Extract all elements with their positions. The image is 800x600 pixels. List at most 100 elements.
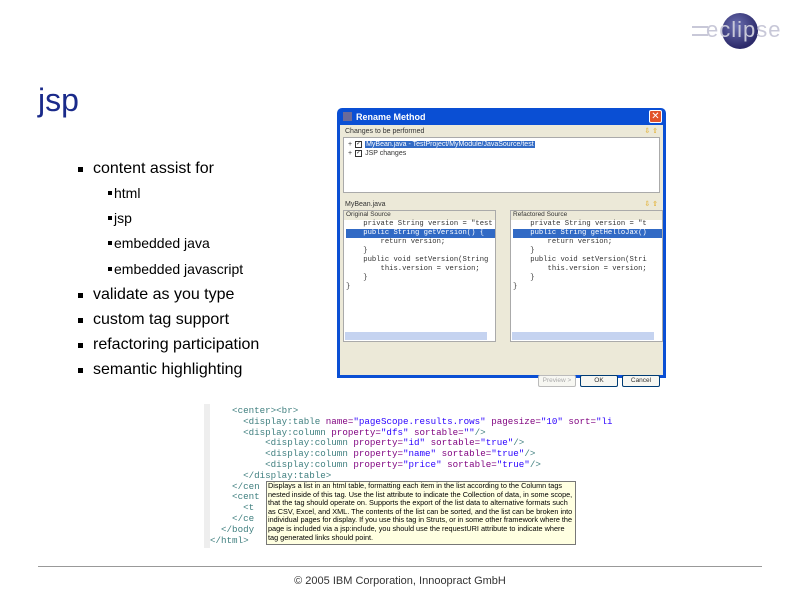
bullet-item: refactoring participation <box>78 336 259 354</box>
tooltip: Displays a list in an html table, format… <box>266 481 576 545</box>
code-token: "true" <box>480 437 514 449</box>
bullet-text: content assist for <box>93 160 214 177</box>
code-token: </cen <box>210 480 260 492</box>
dialog-title: Rename Method <box>356 111 426 122</box>
h-scrollbar[interactable] <box>345 332 487 340</box>
slide-title: jsp <box>38 82 79 118</box>
code-line: } <box>346 247 368 255</box>
code-token: "" <box>463 426 475 438</box>
code-token: /> <box>513 437 525 449</box>
code-token: <display:column <box>210 458 354 470</box>
code-token: </html> <box>210 534 249 546</box>
code-token: /> <box>529 458 541 470</box>
bullet-item: content assist for <box>78 160 214 178</box>
nav-arrows-icon[interactable]: ⇩ ⇧ <box>644 127 658 135</box>
file-label: MyBean.java <box>345 200 386 208</box>
divider <box>38 566 762 567</box>
code-token: <display:column <box>210 448 354 460</box>
code-token: /> <box>524 448 536 460</box>
code-token: <display:table <box>210 415 326 427</box>
code-token: name= <box>325 415 354 427</box>
app-icon <box>343 112 352 121</box>
code-line: } <box>513 283 518 291</box>
code-line: </display:table> <box>210 469 612 482</box>
code-line: } <box>346 283 351 291</box>
bullet-item: semantic highlighting <box>78 361 242 379</box>
code-token: <t <box>210 502 255 514</box>
eclipse-logo: eclipse <box>688 12 788 50</box>
code-token: </display:table> <box>210 469 332 481</box>
code-token: "list" <box>596 415 612 427</box>
bullet-text: html <box>114 185 141 201</box>
code-token: sortable= <box>441 448 492 460</box>
code-token: <display:column <box>210 426 332 438</box>
code-line: public String getHelloJax() <box>513 229 662 238</box>
preview-button[interactable]: Preview > <box>538 375 576 387</box>
rename-method-dialog: Rename Method ✕ Changes to be performed ⇩… <box>337 108 666 387</box>
close-button[interactable]: ✕ <box>649 110 662 123</box>
code-token: sortable= <box>414 426 464 438</box>
bullet-item: jsp <box>108 210 132 226</box>
code-line: public String getVersion() { <box>346 229 495 238</box>
code-line: } <box>346 274 368 282</box>
code-token: property= <box>353 437 403 449</box>
code-token: <cent <box>210 491 260 503</box>
cancel-button[interactable]: Cancel <box>622 375 660 387</box>
code-line: } <box>513 247 535 255</box>
code-token: </ce <box>210 512 255 524</box>
code-token: "price" <box>402 458 448 470</box>
code-token: "dfs" <box>380 426 415 438</box>
refactored-source-pane[interactable]: Refactored Source private String version… <box>510 210 663 342</box>
ok-button[interactable]: OK <box>580 375 618 387</box>
bullet-text: validate as you type <box>93 286 235 303</box>
changes-label: Changes to be performed <box>345 127 425 135</box>
code-token: "10" <box>540 415 569 427</box>
code-token: property= <box>353 458 403 470</box>
code-token: "true" <box>491 448 525 460</box>
code-line: private String version = "test <box>346 220 493 228</box>
bullet-item: embedded java <box>108 235 210 251</box>
code-line: public void setVersion(String <box>346 256 489 264</box>
bullet-text: embedded javascript <box>114 261 244 277</box>
checkbox[interactable]: ✓ <box>355 141 363 148</box>
code-line: return version; <box>346 238 446 246</box>
bullet-item: embedded javascript <box>108 261 243 277</box>
bullet-text: embedded java <box>114 235 210 251</box>
code-token: property= <box>331 426 381 438</box>
refactored-source-label: Refactored Source <box>511 211 662 220</box>
original-source-label: Original Source <box>344 211 495 220</box>
code-token: pagesize= <box>491 415 541 427</box>
code-token: "true" <box>496 458 530 470</box>
bullet-text: custom tag support <box>93 311 230 328</box>
code-token: property= <box>353 448 403 460</box>
code-line: public void setVersion(Stri <box>513 256 647 264</box>
code-token: "id" <box>402 437 431 449</box>
code-line: this.version = version; <box>346 265 480 273</box>
nav-arrows-icon[interactable]: ⇩ ⇧ <box>644 200 658 208</box>
original-source-pane[interactable]: Original Source private String version =… <box>343 210 496 342</box>
bullet-text: jsp <box>114 210 132 226</box>
code-line: } <box>513 274 535 282</box>
code-line: this.version = version; <box>513 265 647 273</box>
bullet-item: validate as you type <box>78 286 234 304</box>
bullet-text: semantic highlighting <box>93 361 243 378</box>
changes-tree[interactable]: + ✓ MyBean.java - TestProject/MyModule/Jav… <box>343 137 660 193</box>
code-token: sortable= <box>430 437 481 449</box>
code-token: sort= <box>568 415 596 427</box>
code-token: sortable= <box>447 458 497 470</box>
bullet-item: html <box>108 185 140 201</box>
footer: © 2005 IBM Corporation, Innoopract GmbH <box>294 575 506 587</box>
code-token: <display:column <box>210 437 354 449</box>
bullet-item: custom tag support <box>78 311 229 329</box>
code-token: /> <box>474 426 486 438</box>
code-line: return version; <box>513 238 613 246</box>
h-scrollbar[interactable] <box>512 332 654 340</box>
tree-item[interactable]: + ✓ MyBean.java - TestProject/MyModule/Jav… <box>348 140 655 149</box>
bullet-text: refactoring participation <box>93 336 260 353</box>
tree-item[interactable]: + ✓ JSP changes <box>348 149 655 158</box>
code-token: "pageScope.results.rows" <box>353 415 492 427</box>
checkbox[interactable]: ✓ <box>355 150 363 157</box>
code-token: <center><br> <box>210 405 299 416</box>
code-line: private String version = "t <box>513 220 647 228</box>
code-token: "name" <box>402 448 442 460</box>
